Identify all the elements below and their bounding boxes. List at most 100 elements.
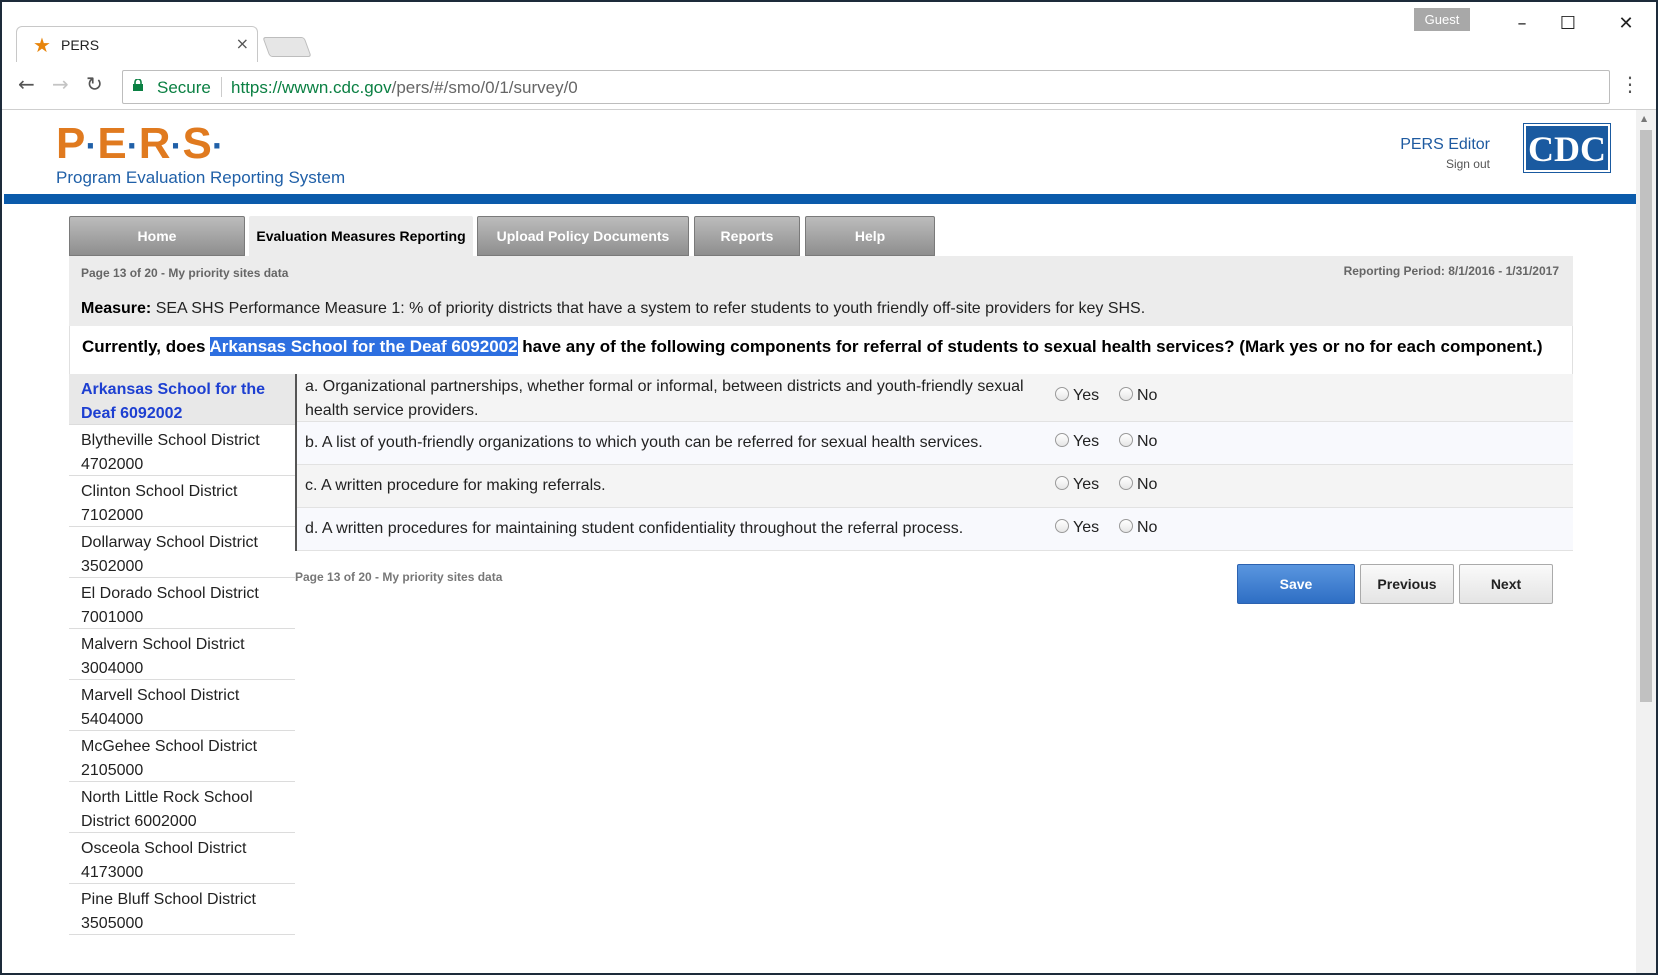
- tab-reports[interactable]: Reports: [694, 216, 800, 256]
- site-name-line2: 7001000: [81, 609, 144, 626]
- url-path: /pers/#/smo/0/1/survey/0: [391, 78, 578, 97]
- radio-button[interactable]: [1055, 433, 1069, 447]
- site-list-item[interactable]: Osceola School District 4173000: [69, 833, 295, 884]
- site-list-item[interactable]: Clinton School District 7102000: [69, 476, 295, 527]
- site-name-line1: Pine Bluff School District: [81, 891, 256, 908]
- site-name-line2: 3502000: [81, 558, 144, 575]
- site-list: Arkansas School for the Deaf 6092002 Blyth…: [69, 374, 295, 935]
- radio-button[interactable]: [1119, 476, 1133, 490]
- close-icon[interactable]: ×: [236, 34, 249, 53]
- profile-button[interactable]: Guest: [1414, 8, 1470, 31]
- no-option[interactable]: No: [1119, 476, 1157, 494]
- site-name-line2: 3505000: [81, 915, 144, 932]
- radio-button[interactable]: [1119, 387, 1133, 401]
- site-name-line2: Deaf 6092002: [81, 405, 183, 422]
- site-list-item[interactable]: McGehee School District 2105000: [69, 731, 295, 782]
- radio-button[interactable]: [1055, 476, 1069, 490]
- secure-label: Secure: [157, 78, 211, 97]
- site-list-item[interactable]: North Little Rock School District 6002000: [69, 782, 295, 833]
- no-option[interactable]: No: [1119, 519, 1157, 537]
- item-text: a. Organizational partnerships, whether …: [305, 378, 1024, 419]
- tab-home[interactable]: Home: [69, 216, 245, 256]
- next-button[interactable]: Next: [1459, 564, 1553, 604]
- user-name[interactable]: PERS Editor: [1400, 136, 1490, 154]
- measure-description: Measure: SEA SHS Performance Measure 1: …: [69, 288, 1573, 326]
- logo-letters: P·E·R·S·: [56, 119, 224, 168]
- yes-option[interactable]: Yes: [1055, 433, 1099, 451]
- site-list-item[interactable]: Pine Bluff School District 3505000: [69, 884, 295, 935]
- site-name-line1: El Dorado School District: [81, 585, 259, 602]
- page-scrollbar[interactable]: ▲: [1636, 110, 1656, 973]
- tab-upload-policy-documents[interactable]: Upload Policy Documents: [477, 216, 689, 256]
- save-button[interactable]: Save: [1237, 564, 1355, 604]
- header-divider: [4, 194, 1638, 204]
- question-item-a: a. Organizational partnerships, whether …: [297, 374, 1573, 422]
- address-bar[interactable]: Secure https://wwwn.cdc.gov/pers/#/smo/0…: [122, 70, 1610, 104]
- tab-evaluation-measures-reporting[interactable]: Evaluation Measures Reporting: [249, 216, 473, 256]
- previous-button[interactable]: Previous: [1360, 564, 1454, 604]
- radio-button[interactable]: [1055, 387, 1069, 401]
- yes-option[interactable]: Yes: [1055, 519, 1099, 537]
- item-text: b. A list of youth-friendly organization…: [305, 434, 983, 451]
- no-option[interactable]: No: [1119, 387, 1157, 405]
- site-name-line1: Marvell School District: [81, 687, 240, 704]
- close-window-icon[interactable]: ✕: [1606, 10, 1646, 38]
- scroll-up-icon[interactable]: ▲: [1641, 114, 1647, 123]
- page-indicator-footer: Page 13 of 20 - My priority sites data: [295, 570, 503, 584]
- minimize-icon[interactable]: –: [1502, 10, 1542, 38]
- user-info: PERS Editor Sign out: [1400, 136, 1490, 171]
- tab-title: PERS: [61, 37, 100, 53]
- yes-option[interactable]: Yes: [1055, 387, 1099, 405]
- logo-subtitle: Program Evaluation Reporting System: [56, 168, 346, 187]
- yes-option[interactable]: Yes: [1055, 476, 1099, 494]
- site-name-line2: 5404000: [81, 711, 144, 728]
- site-name-line2: 3004000: [81, 660, 144, 677]
- site-name-line1: McGehee School District: [81, 738, 258, 755]
- question-item-d: d. A written procedures for maintaining …: [297, 508, 1573, 551]
- site-list-item[interactable]: Arkansas School for the Deaf 6092002: [69, 374, 295, 425]
- site-list-item[interactable]: Dollarway School District 3502000: [69, 527, 295, 578]
- url-text[interactable]: https://wwwn.cdc.gov/pers/#/smo/0/1/surv…: [231, 78, 578, 98]
- site-list-item[interactable]: El Dorado School District 7001000: [69, 578, 295, 629]
- forward-icon[interactable]: →: [52, 72, 69, 96]
- site-list-item[interactable]: Marvell School District 5404000: [69, 680, 295, 731]
- reporting-period: Reporting Period: 8/1/2016 - 1/31/2017: [1343, 264, 1559, 278]
- site-name-line1: Osceola School District: [81, 840, 247, 857]
- radio-button[interactable]: [1119, 519, 1133, 533]
- site-name-line2: 4173000: [81, 864, 144, 881]
- question-items: a. Organizational partnerships, whether …: [295, 374, 1573, 551]
- site-list-item[interactable]: Blytheville School District 4702000: [69, 425, 295, 476]
- question-item-b: b. A list of youth-friendly organization…: [297, 422, 1573, 465]
- question-prefix: Currently, does: [82, 337, 206, 356]
- page-content: P·E·R·S· Program Evaluation Reporting Sy…: [4, 110, 1638, 973]
- maximize-icon[interactable]: ☐: [1548, 10, 1588, 38]
- menu-icon[interactable]: ⋮: [1620, 72, 1640, 96]
- survey-panel: Page 13 of 20 - My priority sites data R…: [69, 256, 1573, 935]
- question-suffix: have any of the following components for…: [522, 337, 1543, 356]
- url-host: https://wwwn.cdc.gov: [231, 78, 392, 97]
- new-tab-button[interactable]: [262, 37, 312, 57]
- measure-label: Measure:: [81, 300, 152, 317]
- title-bar: ★ PERS × Guest – ☐ ✕: [2, 2, 1656, 64]
- site-name-line2: District 6002000: [81, 813, 197, 830]
- sign-out-link[interactable]: Sign out: [1400, 157, 1490, 171]
- lock-icon: [133, 79, 143, 91]
- no-option[interactable]: No: [1119, 433, 1157, 451]
- cdc-logo: CDC: [1523, 123, 1611, 173]
- item-text: c. A written procedure for making referr…: [305, 477, 606, 494]
- browser-window: ★ PERS × Guest – ☐ ✕ ← → ↻ Secure https:…: [0, 0, 1658, 975]
- scroll-thumb[interactable]: [1640, 130, 1652, 702]
- site-name-line2: 7102000: [81, 507, 144, 524]
- radio-button[interactable]: [1119, 433, 1133, 447]
- reload-icon[interactable]: ↻: [86, 72, 103, 96]
- star-favicon-icon: ★: [33, 33, 51, 57]
- site-list-item[interactable]: Malvern School District 3004000: [69, 629, 295, 680]
- pers-logo[interactable]: P·E·R·S· Program Evaluation Reporting Sy…: [56, 122, 345, 188]
- browser-tab[interactable]: ★ PERS ×: [16, 26, 258, 64]
- back-icon[interactable]: ←: [18, 72, 35, 96]
- panel-header: Page 13 of 20 - My priority sites data R…: [69, 256, 1573, 288]
- tab-help[interactable]: Help: [805, 216, 935, 256]
- item-text: d. A written procedures for maintaining …: [305, 520, 964, 537]
- radio-button[interactable]: [1055, 519, 1069, 533]
- site-name-line1: Clinton School District: [81, 483, 238, 500]
